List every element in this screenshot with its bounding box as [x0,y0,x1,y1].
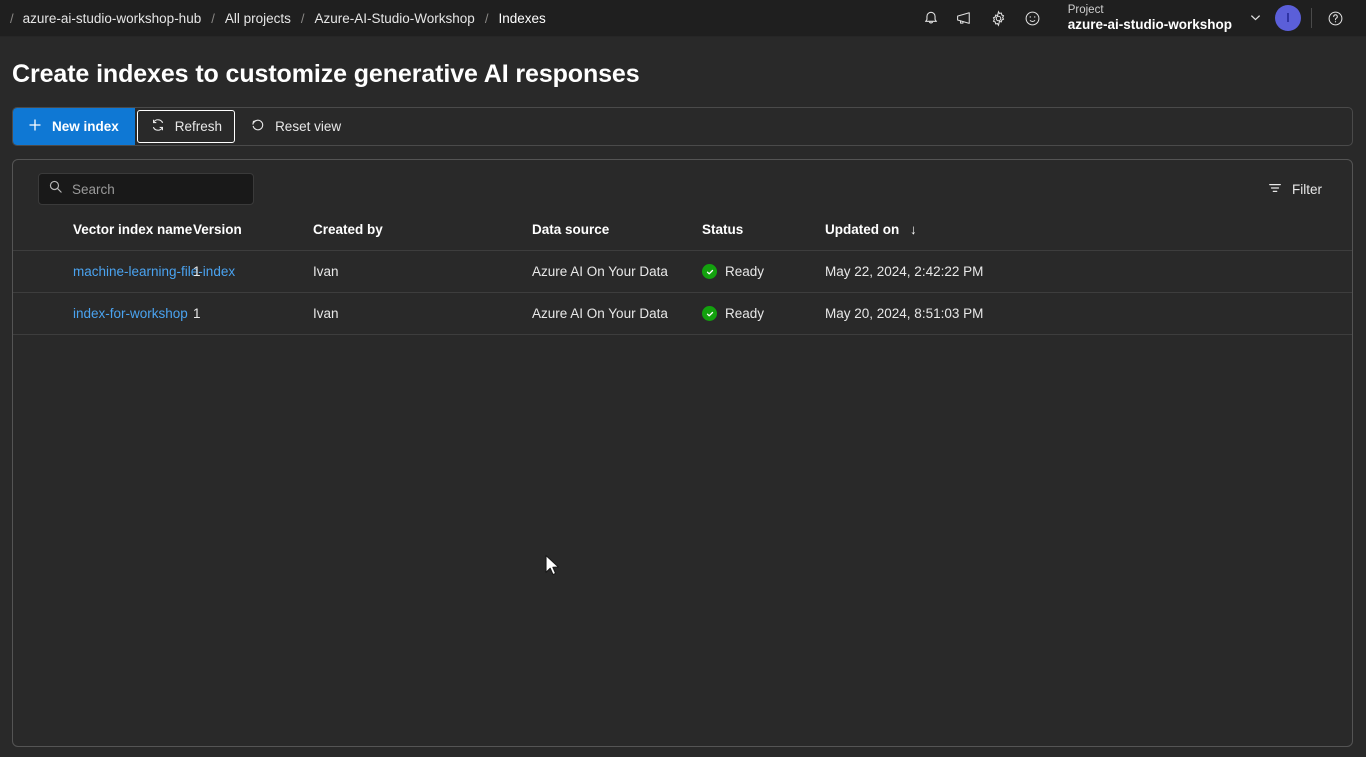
column-header-version[interactable]: Version [193,218,313,251]
indexes-panel: Filter Vector index name Version Created… [12,159,1353,747]
panel-toolbar: Filter [13,160,1352,218]
filter-icon [1267,180,1283,199]
avatar[interactable]: I [1275,5,1301,31]
status-badge: Ready [702,264,825,279]
plus-icon [27,117,43,136]
cell-data-source: Azure AI On Your Data [532,292,702,335]
cell-index-name: index-for-workshop [73,292,193,335]
status-check-icon [702,264,717,279]
new-index-button[interactable]: New index [13,108,135,145]
refresh-label: Refresh [174,119,223,134]
project-label: Project [1067,3,1104,16]
breadcrumb-item-all-projects[interactable]: All projects [224,9,292,28]
column-header-data-source[interactable]: Data source [532,218,702,251]
status-check-icon [702,306,717,321]
settings-gear-icon[interactable] [982,1,1016,35]
search-input[interactable] [72,181,244,197]
table-row[interactable]: machine-learning-file-index 1 Ivan Azure… [13,250,1352,293]
search-box[interactable] [38,173,254,205]
row-spacer [13,250,73,293]
reset-view-button[interactable]: Reset view [237,111,354,142]
sort-descending-icon: ↓ [910,222,917,237]
header-actions: Project azure-ai-studio-workshop I [914,1,1352,35]
smiley-feedback-icon[interactable] [1016,1,1050,35]
refresh-icon [150,117,166,136]
cell-index-name: machine-learning-file-index [73,250,235,293]
header-divider [1311,8,1312,28]
filter-label: Filter [1292,181,1322,197]
status-badge: Ready [702,306,825,321]
feedback-megaphone-icon[interactable] [948,1,982,35]
column-header-updated-on-label: Updated on [825,222,900,237]
cell-created-by: Ivan [313,292,532,335]
column-header-updated-on[interactable]: Updated on ↓ [825,218,1352,251]
status-label: Ready [725,264,765,279]
chevron-down-icon [1248,10,1263,25]
reset-view-icon [250,117,266,136]
breadcrumb-separator: / [211,10,215,26]
notifications-bell-icon[interactable] [914,1,948,35]
cell-data-source: Azure AI On Your Data [532,250,702,293]
indexes-table: Vector index name Version Created by Dat… [13,218,1352,335]
table-header-spacer [13,218,73,251]
cell-status: Ready [702,292,825,335]
project-text: Project azure-ai-studio-workshop [1068,4,1232,33]
new-index-label: New index [52,119,119,134]
top-header-bar: / azure-ai-studio-workshop-hub / All pro… [0,0,1366,37]
index-link[interactable]: index-for-workshop [73,306,188,321]
status-label: Ready [725,306,765,321]
table-row[interactable]: index-for-workshop 1 Ivan Azure AI On Yo… [13,292,1352,335]
breadcrumb: / azure-ai-studio-workshop-hub / All pro… [8,9,547,28]
cell-updated-on: May 20, 2024, 8:51:03 PM [825,292,1352,335]
breadcrumb-item-indexes[interactable]: Indexes [497,9,546,28]
breadcrumb-separator: / [300,10,305,26]
breadcrumb-separator: / [10,10,14,26]
index-link[interactable]: machine-learning-file-index [73,264,235,279]
cell-created-by: Ivan [313,250,532,293]
breadcrumb-separator: / [484,10,489,26]
page-title: Create indexes to customize generative A… [12,60,640,88]
cell-updated-on: May 22, 2024, 2:42:22 PM [825,250,1352,293]
table-header-row: Vector index name Version Created by Dat… [13,218,1352,251]
search-icon [48,179,63,199]
column-header-status[interactable]: Status [702,218,825,251]
cell-status: Ready [702,250,825,293]
column-header-created-by[interactable]: Created by [313,218,532,251]
cell-version: 1 [193,292,313,335]
breadcrumb-item-hub[interactable]: azure-ai-studio-workshop-hub [22,9,203,28]
refresh-button[interactable]: Refresh [136,110,236,143]
breadcrumb-item-project[interactable]: Azure-AI-Studio-Workshop [314,9,476,28]
row-spacer [13,292,73,335]
filter-button[interactable]: Filter [1259,174,1330,205]
project-name: azure-ai-studio-workshop [1067,16,1232,32]
reset-view-label: Reset view [275,119,342,134]
project-selector[interactable]: Project azure-ai-studio-workshop [1060,2,1267,35]
column-header-vector-index-name[interactable]: Vector index name [73,218,193,251]
command-bar: New index Refresh Reset view [12,107,1353,146]
help-question-icon[interactable] [1318,1,1352,35]
